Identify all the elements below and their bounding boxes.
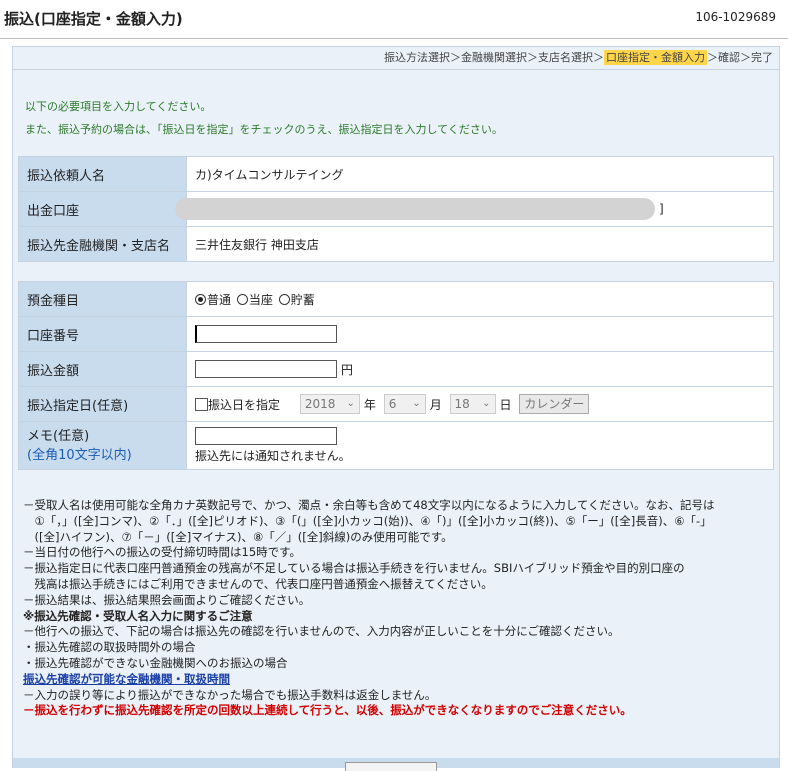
caution-line: ・振込先確認の取扱時間外の場合 xyxy=(23,640,196,655)
day-select[interactable]: 18 ⌄ xyxy=(449,394,496,414)
caution-warning: －振込を行わずに振込先確認を所定の回数以上連続して行うと、以後、振込ができなくな… xyxy=(23,703,632,718)
note-line: 残高は振込手続きにはご利用できませんので、代表口座円普通預金へ振替えてください。 xyxy=(23,576,493,591)
page-id: 106-1029689 xyxy=(695,10,776,24)
radio-chochiku-label[interactable]: 貯蓄 xyxy=(291,293,315,307)
year-select[interactable]: 2018 ⌄ xyxy=(299,394,360,414)
specify-date-label[interactable]: 振込日を指定 xyxy=(208,398,280,412)
month-select[interactable]: 6 ⌄ xyxy=(383,394,426,414)
note-line: －振込指定日に代表口座円普通預金の残高が不足している場合は振込手続きを行いません… xyxy=(23,561,685,576)
deposit-type-label: 預金種目 xyxy=(18,281,187,317)
radio-touza[interactable] xyxy=(236,293,248,305)
requester-row: 振込依頼人名 カ)タイムコンサルテイング xyxy=(18,156,774,192)
requester-value: カ)タイムコンサルテイング xyxy=(186,156,774,192)
radio-futsu-label[interactable]: 普通 xyxy=(207,293,231,307)
masked-account-info xyxy=(175,198,655,220)
day-value: 18 xyxy=(454,397,470,411)
year-value: 2018 xyxy=(304,397,336,411)
current-step: 口座指定・金額入力 xyxy=(604,50,707,65)
page-title: 振込(口座指定・金額入力) xyxy=(4,10,183,28)
account-number-label: 口座番号 xyxy=(18,316,187,352)
year-unit: 年 xyxy=(363,397,376,412)
memo-label: メモ(任意) xyxy=(27,428,90,444)
amount-label: 振込金額 xyxy=(18,351,187,387)
withdraw-account-label: 出金口座 xyxy=(18,191,187,227)
transfer-info-table: 振込依頼人名 カ)タイムコンサルテイング 出金口座 ] 振込先金融機関・支店名 … xyxy=(18,156,774,262)
amount-unit: 円 xyxy=(341,362,354,377)
confirm-available-banks-link[interactable]: 振込先確認が可能な金融機関・取扱時間 xyxy=(23,672,230,686)
destination-bank-value: 三井住友銀行 神田支店 xyxy=(186,226,774,262)
bottom-button[interactable] xyxy=(345,762,437,771)
note-line: ([全]ハイフン)、⑦「－」([全]マイナス)、⑧「／」([全]斜線)のみ使用可… xyxy=(23,529,453,544)
radio-chochiku[interactable] xyxy=(278,293,290,305)
chevron-down-icon: ⌄ xyxy=(412,398,421,409)
transfer-date-row: 振込指定日(任意) 振込日を指定 2018 ⌄ 年 6 ⌄ 月 18 ⌄ 日 カレンダー xyxy=(18,386,774,422)
memo-row: メモ(任意) (全角10文字以内) 振込先には通知されません。 xyxy=(18,421,774,470)
radio-futsu[interactable] xyxy=(195,293,206,305)
month-value: 6 xyxy=(388,397,397,411)
note-line: －当日付の他行への振込の受付締切時間は15時です。 xyxy=(23,545,301,560)
transfer-date-label: 振込指定日(任意) xyxy=(18,386,187,422)
day-unit: 日 xyxy=(499,397,512,412)
memo-sublabel: (全角10文字以内) xyxy=(27,447,132,463)
caution-line: ・振込先確認ができない金融機関へのお振込の場合 xyxy=(23,655,288,670)
amount-row: 振込金額 円 xyxy=(18,351,774,387)
amount-input[interactable] xyxy=(195,360,337,378)
caution-line: －入力の誤り等により振込ができなかった場合でも振込手数料は返金しません。 xyxy=(23,687,437,702)
step-breadcrumb: 振込方法選択＞金融機関選択＞支店名選択＞ 口座指定・金額入力 ＞確認＞完了 xyxy=(12,46,780,70)
note-line: ①「，」([全]コンマ)、②「．」([全]ピリオド)、③「(」([全]小カッコ(… xyxy=(23,513,712,528)
month-unit: 月 xyxy=(429,397,442,412)
chevron-down-icon: ⌄ xyxy=(482,398,491,409)
requester-label: 振込依頼人名 xyxy=(18,156,187,192)
destination-bank-label: 振込先金融機関・支店名 xyxy=(18,226,187,262)
note-line: －受取人名は使用可能な全角カナ英数記号で、かつ、濁点・余白等も含めて48文字以内… xyxy=(23,498,715,512)
radio-touza-label[interactable]: 当座 xyxy=(249,293,273,307)
destination-bank-row: 振込先金融機関・支店名 三井住友銀行 神田支店 xyxy=(18,226,774,262)
deposit-type-row: 預金種目 普通 当座 貯蓄 xyxy=(18,281,774,317)
memo-input[interactable] xyxy=(195,427,337,445)
specify-date-checkbox[interactable] xyxy=(195,397,208,411)
instruction-message-1: 以下の必要項目を入力してください。 xyxy=(25,100,212,113)
withdraw-account-row: 出金口座 ] xyxy=(18,191,774,227)
account-number-input[interactable] xyxy=(195,325,337,343)
caution-heading: ※振込先確認・受取人名入力に関するご注意 xyxy=(23,608,253,623)
steps-after: ＞確認＞完了 xyxy=(707,51,773,64)
steps-before: 振込方法選択＞金融機関選択＞支店名選択＞ xyxy=(384,51,604,64)
notes-section: －受取人名は使用可能な全角カナ英数記号で、かつ、濁点・余白等も含めて48文字以内… xyxy=(23,498,773,719)
main-panel: 以下の必要項目を入力してください。 また、振込予約の場合は、「振込日を指定」をチ… xyxy=(12,70,780,771)
note-line: －振込結果は、振込結果照会画面よりご確認ください。 xyxy=(23,592,311,607)
account-number-row: 口座番号 xyxy=(18,316,774,352)
calendar-button[interactable]: カレンダー xyxy=(519,394,590,414)
account-bracket: ] xyxy=(659,202,664,216)
caution-line: －他行への振込で、下記の場合は振込先の確認を行いませんので、入力内容が正しいこと… xyxy=(23,624,620,639)
memo-note: 振込先には通知されません。 xyxy=(195,448,351,463)
instruction-message-2: また、振込予約の場合は、「振込日を指定」をチェックのうえ、振込指定日を入力してく… xyxy=(25,123,503,136)
page-header: 振込(口座指定・金額入力) 106-1029689 xyxy=(0,0,788,39)
transfer-input-table: 預金種目 普通 当座 貯蓄 口座番号 振込金額 円 振込指定日(任意) 振込日を… xyxy=(18,281,774,470)
chevron-down-icon: ⌄ xyxy=(346,398,355,409)
